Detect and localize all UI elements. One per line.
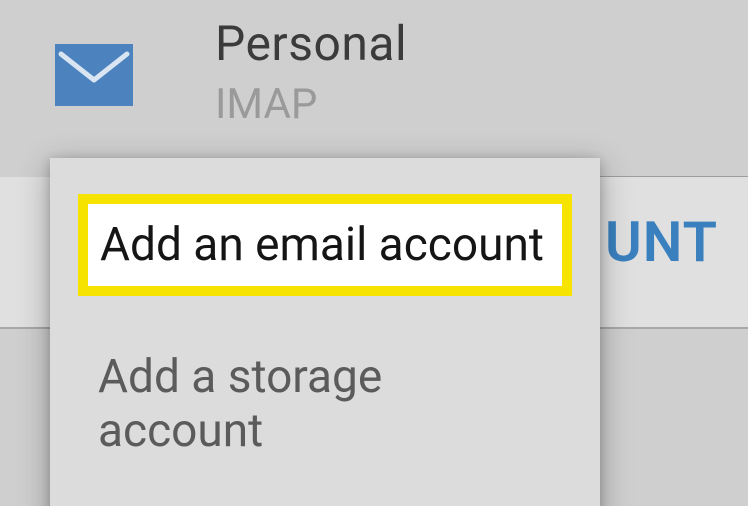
account-name: Personal <box>215 15 407 72</box>
settings-screen: Personal IMAP UNT Add an email account A… <box>0 0 748 506</box>
menu-item-label: Add an email account <box>100 218 544 272</box>
account-type: IMAP <box>215 80 317 129</box>
account-row[interactable]: Personal IMAP <box>0 0 748 178</box>
menu-item-add-email-account[interactable]: Add an email account <box>88 204 562 286</box>
add-account-button-label: UNT <box>605 209 718 275</box>
menu-item-add-storage-account[interactable]: Add a storage account <box>50 328 600 480</box>
envelope-icon <box>55 44 133 106</box>
add-account-popup: Add an email account Add a storage accou… <box>50 158 600 506</box>
menu-item-label: Add a storage account <box>98 350 382 458</box>
